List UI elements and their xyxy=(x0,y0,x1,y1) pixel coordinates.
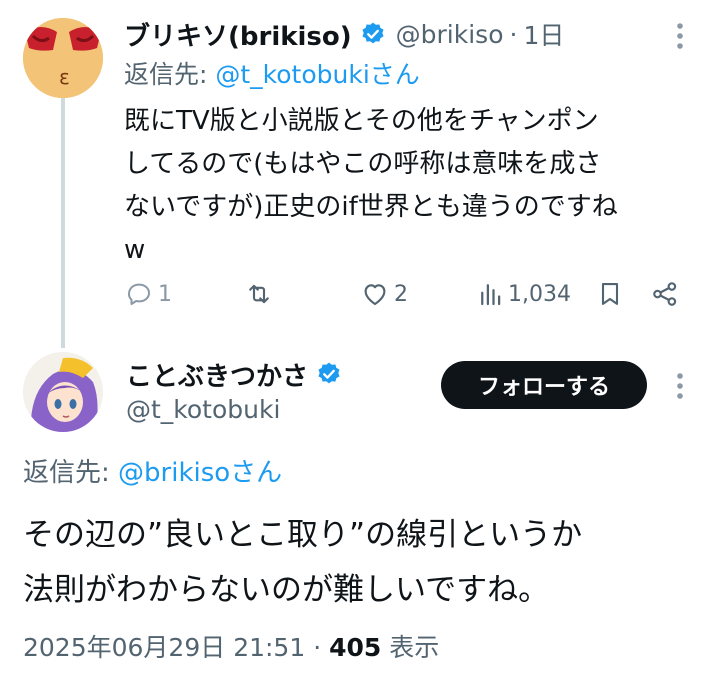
tweet2-header: ことぶきつかさ xyxy=(126,356,342,392)
like-button[interactable]: 2 xyxy=(360,278,408,310)
tweet2-text: その辺の”良いとこ取り”の線引というか 法則がわからないのが難しいですね。 xyxy=(23,508,582,618)
follow-button[interactable]: フォローする xyxy=(441,361,647,409)
share-icon xyxy=(653,282,677,306)
meta-separator: · xyxy=(313,633,322,662)
bookmark-button[interactable] xyxy=(596,278,624,310)
views-chart-icon xyxy=(481,284,501,306)
tweet1-text-line: w xyxy=(124,235,146,265)
reply-mention-link[interactable]: @brikisoさん xyxy=(118,458,282,488)
like-count: 2 xyxy=(394,281,408,307)
tweet2-more-icon[interactable] xyxy=(670,370,690,402)
tweet2-handle[interactable]: @t_kotobuki xyxy=(126,394,280,426)
red-cartoon-avatar-icon: ε xyxy=(23,18,103,98)
tweet2-views-count: 405 xyxy=(329,633,382,662)
reply-button[interactable]: 1 xyxy=(124,278,172,310)
svg-text:ε: ε xyxy=(59,65,70,89)
anime-character-avatar-icon xyxy=(23,352,103,432)
tweet1-text-line: 既にTV版と小説版とその他をチャンポン xyxy=(124,106,599,136)
heart-icon xyxy=(364,284,386,306)
tweet1-separator: · xyxy=(509,19,518,49)
repost-icon xyxy=(249,284,269,304)
tweet2-views-label: 表示 xyxy=(381,633,440,662)
tweet2-text-line: その辺の”良いとこ取り”の線引というか xyxy=(23,517,583,553)
tweet1-avatar[interactable]: ε xyxy=(23,18,103,98)
share-button[interactable] xyxy=(650,278,680,310)
tweet1-more-icon[interactable] xyxy=(670,20,690,52)
tweet1-text: 既にTV版と小説版とその他をチャンポン してるので(もはやこの呼称は意味を成さ … xyxy=(124,100,618,272)
tweet1-text-line: ないですが)正史のif世界とも違うのですね xyxy=(124,192,618,222)
tweet2-text-line: 法則がわからないのが難しいですね。 xyxy=(23,572,550,608)
verified-badge-icon xyxy=(360,21,386,47)
reply-count: 1 xyxy=(158,281,172,307)
tweet2-meta: 2025年06月29日 21:51 · 405 表示 xyxy=(23,630,439,666)
reply-prefix: 返信先: xyxy=(23,458,119,488)
tweet2-reply-to: 返信先: @brikisoさん xyxy=(23,455,282,491)
verified-badge-icon xyxy=(316,361,342,387)
repost-button[interactable] xyxy=(243,278,275,310)
tweet2-avatar[interactable] xyxy=(23,352,103,432)
views-button[interactable]: 1,034 xyxy=(476,278,571,310)
reply-prefix: 返信先: xyxy=(124,60,216,89)
tweet1-header: ブリキソ(brikiso) @brikiso · 1日 xyxy=(124,14,564,54)
tweet1-text-line: してるので(もはやこの呼称は意味を成さ xyxy=(124,149,602,179)
views-count: 1,034 xyxy=(508,281,571,307)
reply-mention-link[interactable]: @t_kotobukiさん xyxy=(215,60,419,89)
tweet2-date[interactable]: 2025年06月29日 21:51 xyxy=(23,633,305,662)
thread-connector-line xyxy=(61,98,65,348)
reply-icon xyxy=(128,283,150,305)
tweet1-handle[interactable]: @brikiso xyxy=(396,20,504,49)
tweet1-time[interactable]: 1日 xyxy=(523,16,564,52)
tweet2-display-name[interactable]: ことぶきつかさ xyxy=(126,356,308,393)
bookmark-icon xyxy=(601,283,619,305)
tweet1-reply-to: 返信先: @t_kotobukiさん xyxy=(124,58,420,92)
tweet1-display-name[interactable]: ブリキソ(brikiso) xyxy=(124,16,352,53)
